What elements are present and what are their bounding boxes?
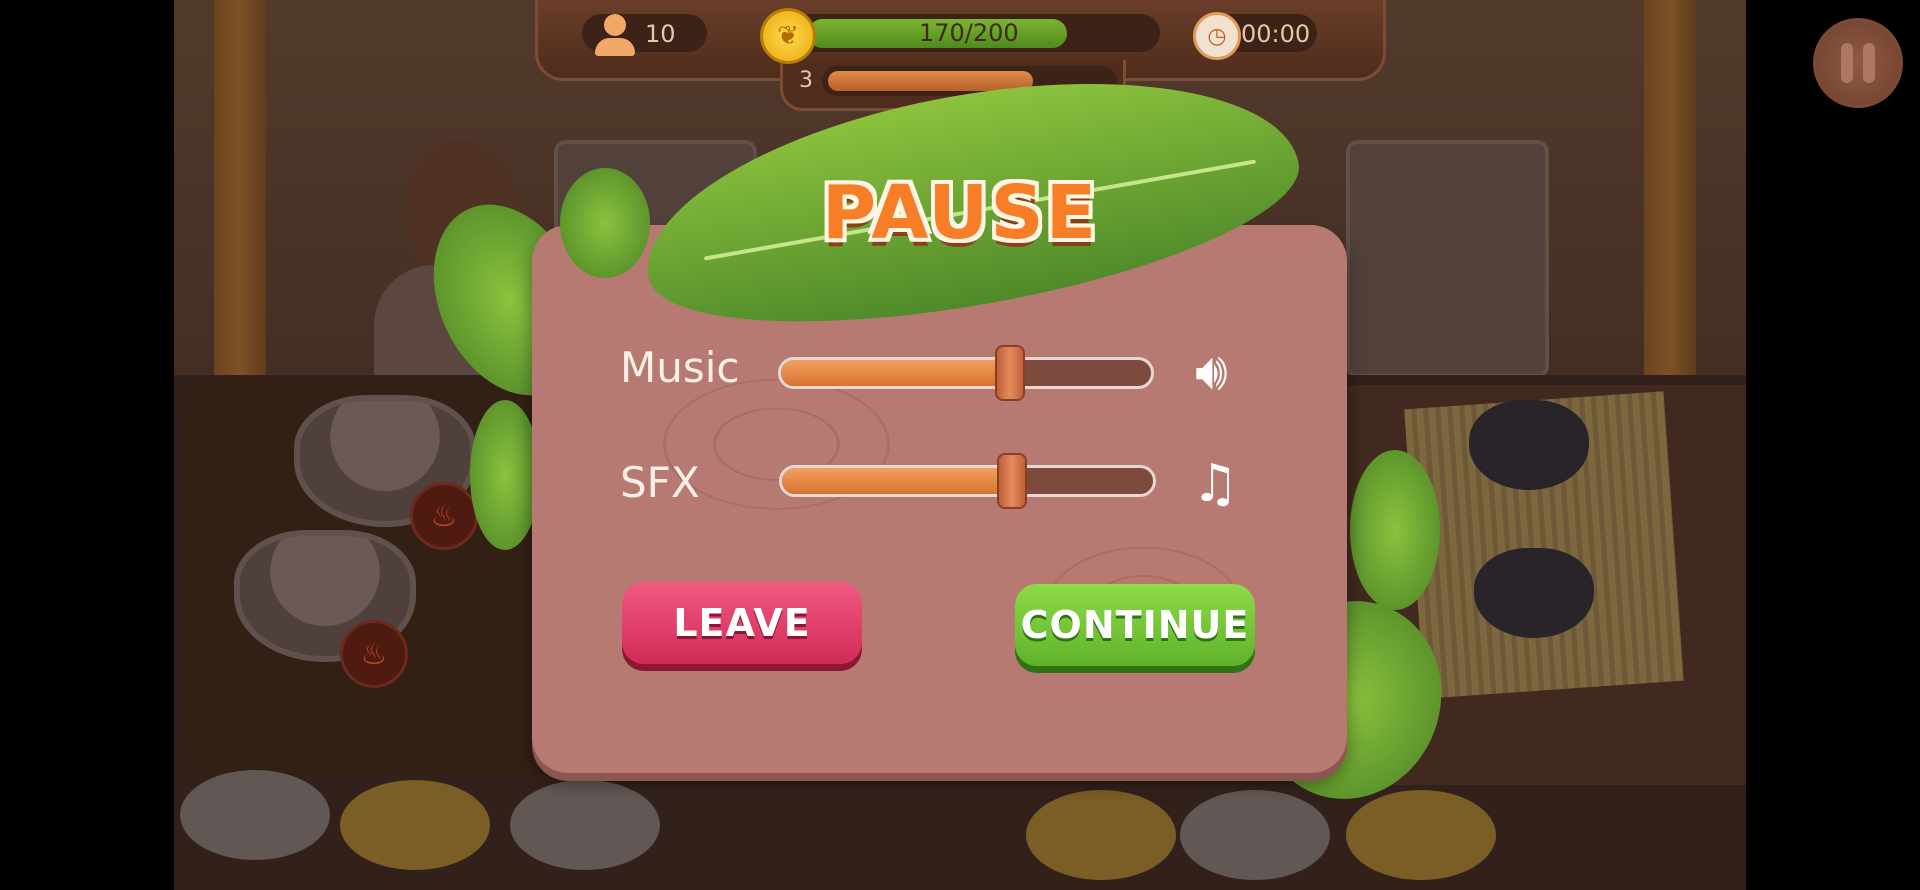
- dialog-title: PAUSE: [821, 170, 1099, 256]
- leave-button[interactable]: LEAVE: [622, 582, 862, 664]
- sfx-slider-handle[interactable]: [997, 453, 1028, 509]
- person-icon: [593, 14, 637, 56]
- customers-count: 10: [645, 20, 676, 48]
- speaker-icon[interactable]: 🔊︎: [1195, 346, 1228, 398]
- continue-button[interactable]: CONTINUE: [1015, 584, 1255, 666]
- pause-icon: [1841, 43, 1853, 83]
- leaf-decoration: [470, 400, 540, 550]
- music-slider[interactable]: [778, 345, 1154, 401]
- leaf-decoration: [1350, 450, 1440, 610]
- music-label: Music: [620, 343, 740, 392]
- pause-button[interactable]: [1813, 18, 1903, 108]
- level-progress-fill: [828, 71, 1034, 91]
- music-note-icon[interactable]: ♫: [1192, 458, 1239, 510]
- music-slider-fill: [781, 360, 1011, 386]
- timer-text: 00:00: [1241, 20, 1311, 48]
- coin-progress-text: 170/200: [919, 19, 1019, 47]
- leaf-coin-icon: ❦: [760, 8, 816, 64]
- level-number: 3: [799, 68, 813, 93]
- sfx-label: SFX: [620, 458, 700, 507]
- clock-icon: ◷: [1193, 12, 1241, 60]
- sfx-slider[interactable]: [779, 453, 1156, 509]
- sfx-slider-fill: [782, 468, 1013, 494]
- music-slider-handle[interactable]: [995, 345, 1026, 401]
